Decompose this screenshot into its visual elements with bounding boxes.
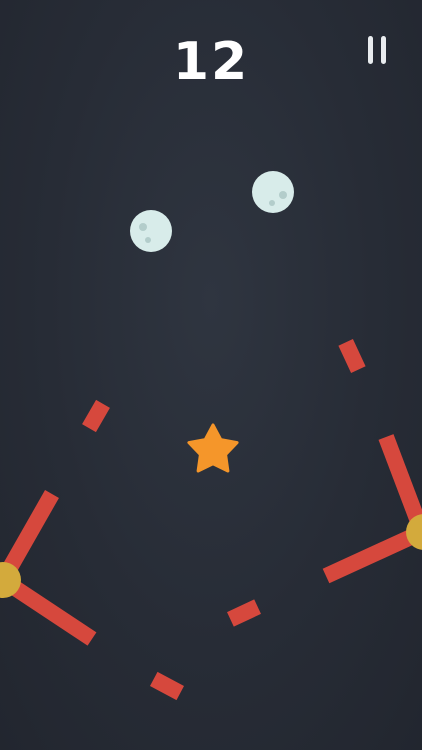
pause-button[interactable]: [362, 34, 396, 68]
playfield[interactable]: [0, 0, 422, 750]
obstacle-block: [338, 339, 366, 373]
score-counter: 12: [172, 32, 250, 92]
pause-icon: [368, 36, 373, 64]
obstacle-block: [227, 599, 261, 627]
game-screen[interactable]: 12: [0, 0, 422, 750]
spinner-left: [0, 490, 97, 646]
obstacle-block: [150, 671, 184, 701]
pause-icon: [381, 36, 386, 64]
obstacle-block: [82, 399, 110, 433]
spinner-right: [322, 434, 422, 584]
ball: [252, 171, 294, 213]
ball: [130, 210, 172, 252]
star-icon: [187, 423, 239, 473]
